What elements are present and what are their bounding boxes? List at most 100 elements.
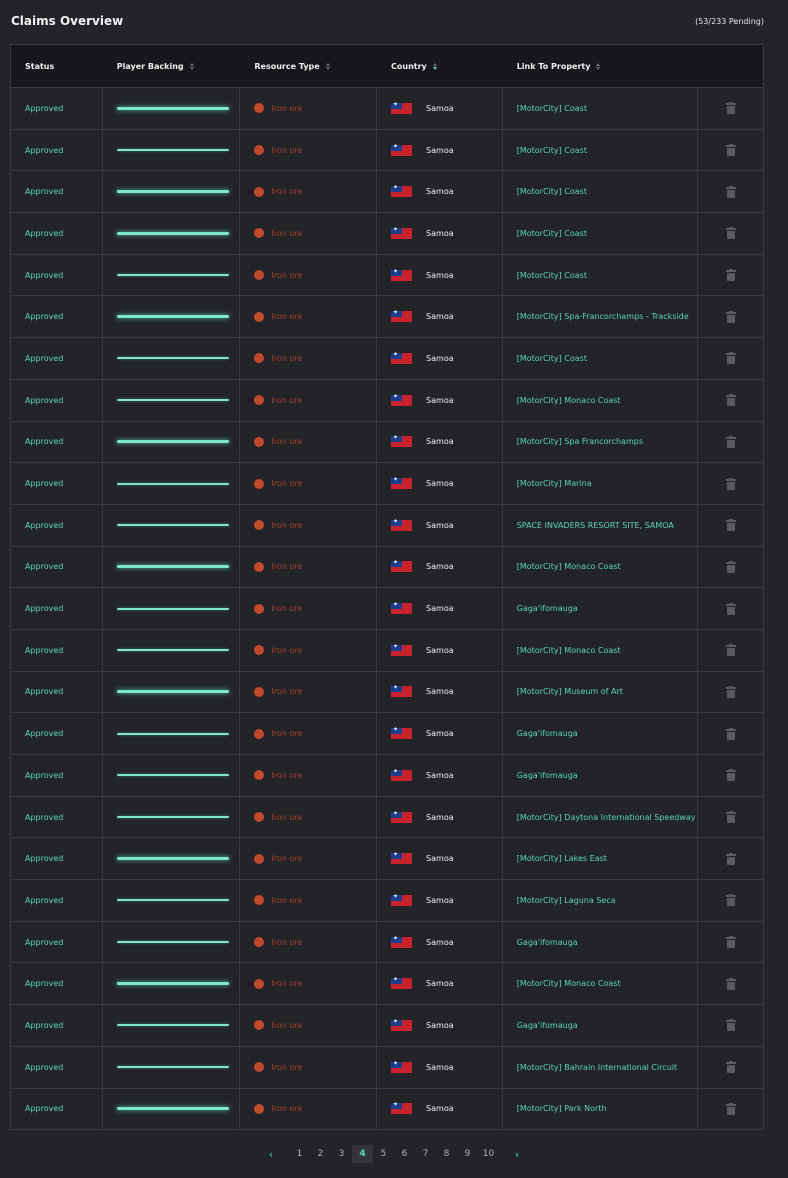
- page-3-button[interactable]: 3: [331, 1145, 352, 1163]
- table-row[interactable]: Approved Iron ore Samoa [MotorCity] Coas…: [11, 337, 763, 379]
- pending-count: (53/233 Pending): [695, 17, 764, 26]
- trash-icon[interactable]: [725, 894, 736, 907]
- table-row[interactable]: Approved Iron ore Samoa [MotorCity] Lagu…: [11, 879, 763, 921]
- chevron-right-icon[interactable]: ›: [499, 1148, 535, 1161]
- table-row[interactable]: Approved Iron ore Samoa [MotorCity] Coas…: [11, 87, 763, 129]
- table-row[interactable]: Approved Iron ore Samoa [MotorCity] Coas…: [11, 170, 763, 213]
- chevron-left-icon[interactable]: ‹: [253, 1148, 289, 1161]
- page-7-button[interactable]: 7: [415, 1145, 436, 1163]
- property-link[interactable]: [MotorCity] Coast: [517, 354, 587, 363]
- property-link[interactable]: [MotorCity] Park North: [517, 1104, 607, 1113]
- table-row[interactable]: Approved Iron ore Samoa [MotorCity] Bahr…: [11, 1045, 763, 1088]
- trash-icon[interactable]: [725, 1102, 736, 1115]
- table-row[interactable]: Approved Iron ore Samoa Gaga'ifomauga: [11, 920, 763, 963]
- trash-icon[interactable]: [725, 519, 736, 532]
- table-row[interactable]: Approved Iron ore Samoa [MotorCity] Mona…: [11, 962, 763, 1005]
- page-9-button[interactable]: 9: [457, 1145, 478, 1163]
- table-row[interactable]: Approved Iron ore Samoa Gaga'ifomauga: [11, 587, 763, 629]
- page-6-button[interactable]: 6: [394, 1145, 415, 1163]
- property-link[interactable]: SPACE INVADERS RESORT SITE, SAMOA: [517, 521, 674, 530]
- page-4-button[interactable]: 4: [352, 1145, 373, 1163]
- table-row[interactable]: Approved Iron ore Samoa [MotorCity] Park…: [11, 1087, 763, 1130]
- trash-icon[interactable]: [725, 560, 736, 573]
- table-row[interactable]: Approved Iron ore Samoa [MotorCity] Spa …: [11, 420, 763, 463]
- table-row[interactable]: Approved Iron ore Samoa [MotorCity] Coas…: [11, 212, 763, 254]
- property-link[interactable]: [MotorCity] Coast: [517, 187, 587, 196]
- table-row[interactable]: Approved Iron ore Samoa [MotorCity] Muse…: [11, 670, 763, 713]
- trash-icon[interactable]: [725, 227, 736, 240]
- property-link[interactable]: [MotorCity] Monaco Coast: [517, 979, 621, 988]
- backing-bar-track: [116, 816, 229, 819]
- table-row[interactable]: Approved Iron ore Samoa [MotorCity] Mona…: [11, 628, 763, 671]
- trash-icon[interactable]: [725, 102, 736, 115]
- property-link[interactable]: [MotorCity] Museum of Art: [517, 687, 623, 696]
- property-link[interactable]: [MotorCity] Coast: [517, 271, 587, 280]
- property-link[interactable]: Gaga'ifomauga: [517, 771, 578, 780]
- property-link[interactable]: Gaga'ifomauga: [517, 1021, 578, 1030]
- trash-icon[interactable]: [725, 936, 736, 949]
- column-player-backing[interactable]: Player Backing: [103, 45, 241, 87]
- trash-icon[interactable]: [725, 602, 736, 615]
- page-8-button[interactable]: 8: [436, 1145, 457, 1163]
- property-link[interactable]: [MotorCity] Laguna Seca: [517, 896, 616, 905]
- property-link[interactable]: [MotorCity] Bahrain International Circui…: [517, 1063, 677, 1072]
- trash-icon[interactable]: [725, 310, 736, 323]
- property-link[interactable]: Gaga'ifomauga: [517, 938, 578, 947]
- property-link[interactable]: [MotorCity] Spa Francorchamps: [517, 437, 643, 446]
- trash-icon[interactable]: [725, 144, 736, 157]
- page-5-button[interactable]: 5: [373, 1145, 394, 1163]
- table-row[interactable]: Approved Iron ore Samoa [MotorCity] Coas…: [11, 253, 763, 296]
- resource-cell: Iron ore: [240, 213, 378, 254]
- property-link[interactable]: [MotorCity] Monaco Coast: [517, 396, 621, 405]
- property-link[interactable]: [MotorCity] Marina: [517, 479, 592, 488]
- page-1-button[interactable]: 1: [289, 1145, 310, 1163]
- property-link[interactable]: [MotorCity] Spa-Francorchamps - Tracksid…: [517, 312, 689, 321]
- table-row[interactable]: Approved Iron ore Samoa [MotorCity] Spa-…: [11, 295, 763, 338]
- trash-icon[interactable]: [725, 269, 736, 282]
- column-country[interactable]: Country: [377, 45, 503, 87]
- sort-icon[interactable]: [596, 62, 601, 70]
- sort-icon[interactable]: [189, 62, 194, 70]
- table-row[interactable]: Approved Iron ore Samoa [MotorCity] Lake…: [11, 837, 763, 880]
- table-row[interactable]: Approved Iron ore Samoa Gaga'ifomauga: [11, 1004, 763, 1046]
- property-link[interactable]: Gaga'ifomauga: [517, 729, 578, 738]
- trash-icon[interactable]: [725, 1061, 736, 1074]
- sort-icon[interactable]: [432, 62, 437, 70]
- property-link[interactable]: [MotorCity] Daytona International Speedw…: [517, 813, 696, 822]
- trash-icon[interactable]: [725, 352, 736, 365]
- property-link[interactable]: [MotorCity] Coast: [517, 146, 587, 155]
- trash-icon[interactable]: [725, 1019, 736, 1032]
- trash-icon[interactable]: [725, 977, 736, 990]
- actions-cell: [698, 838, 763, 879]
- trash-icon[interactable]: [725, 185, 736, 198]
- table-row[interactable]: Approved Iron ore Samoa SPACE INVADERS R…: [11, 503, 763, 546]
- table-row[interactable]: Approved Iron ore Samoa [MotorCity] Mona…: [11, 378, 763, 421]
- trash-icon[interactable]: [725, 811, 736, 824]
- trash-icon[interactable]: [725, 727, 736, 740]
- property-link[interactable]: [MotorCity] Monaco Coast: [517, 646, 621, 655]
- table-row[interactable]: Approved Iron ore Samoa [MotorCity] Dayt…: [11, 795, 763, 838]
- table-row[interactable]: Approved Iron ore Samoa Gaga'ifomauga: [11, 754, 763, 796]
- trash-icon[interactable]: [725, 685, 736, 698]
- table-row[interactable]: Approved Iron ore Samoa [MotorCity] Coas…: [11, 128, 763, 171]
- property-link[interactable]: [MotorCity] Coast: [517, 104, 587, 113]
- column-resource-type[interactable]: Resource Type: [240, 45, 377, 87]
- trash-icon[interactable]: [725, 394, 736, 407]
- property-link[interactable]: Gaga'ifomauga: [517, 604, 578, 613]
- column-link[interactable]: Link To Property: [503, 45, 698, 87]
- property-link[interactable]: [MotorCity] Coast: [517, 229, 587, 238]
- trash-icon[interactable]: [725, 852, 736, 865]
- trash-icon[interactable]: [725, 435, 736, 448]
- property-link[interactable]: [MotorCity] Monaco Coast: [517, 562, 621, 571]
- trash-icon[interactable]: [725, 477, 736, 490]
- page-2-button[interactable]: 2: [310, 1145, 331, 1163]
- sort-icon[interactable]: [325, 62, 330, 70]
- table-row[interactable]: Approved Iron ore Samoa Gaga'ifomauga: [11, 712, 763, 754]
- trash-icon[interactable]: [725, 769, 736, 782]
- page-10-button[interactable]: 10: [478, 1145, 499, 1163]
- property-link[interactable]: [MotorCity] Lakes East: [517, 854, 607, 863]
- trash-icon[interactable]: [725, 644, 736, 657]
- table-row[interactable]: Approved Iron ore Samoa [MotorCity] Mona…: [11, 545, 763, 588]
- backing-cell: [103, 338, 241, 379]
- table-row[interactable]: Approved Iron ore Samoa [MotorCity] Mari…: [11, 462, 763, 504]
